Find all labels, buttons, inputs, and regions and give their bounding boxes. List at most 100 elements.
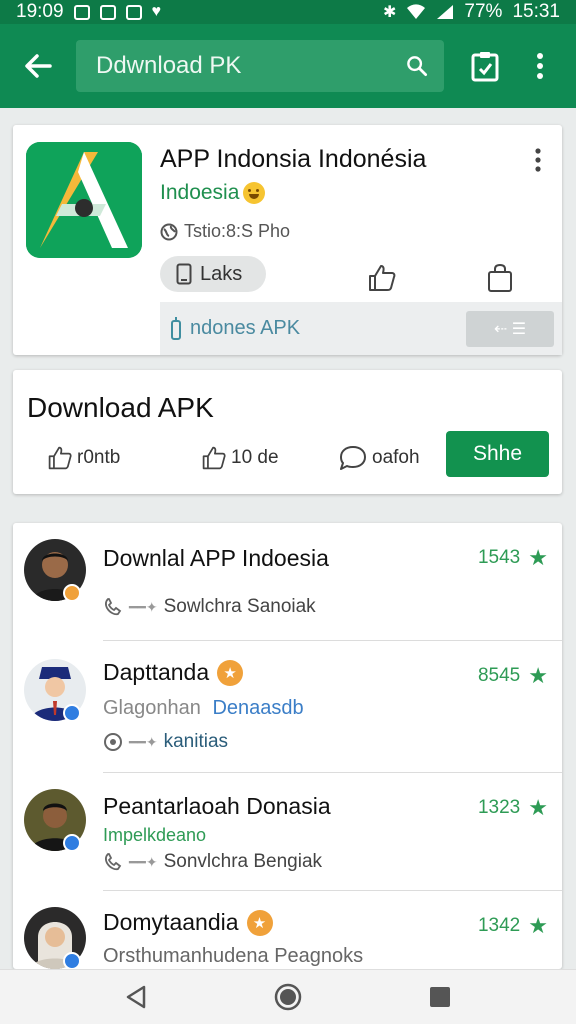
review-subtitle: Glagonhan Denaasdb: [103, 697, 304, 719]
call-icon: [105, 598, 122, 616]
badge-icon: [63, 584, 81, 602]
download-card: Download APK r0ntb 10 de oafoh Shhe: [13, 370, 562, 494]
apk-file-icon: [171, 316, 181, 340]
star-icon: ★: [528, 795, 548, 820]
download-notification-icon: [125, 4, 142, 20]
wifi-icon: [407, 4, 426, 20]
thumbs-up-icon: [202, 446, 226, 470]
review-subtitle: Orsthumanhudena Peagnoks: [103, 945, 364, 967]
list-item[interactable]: Dapttanda ★ 8545 ★ Glagonhan Denaasdb ━━…: [13, 641, 562, 773]
apk-row[interactable]: ndones APK ⇠ ☰: [160, 302, 562, 355]
review-meta: ━━✦ Sowlchra Sanoiak: [103, 596, 316, 618]
app-meta-text: Tstio:8:S Pho: [184, 221, 291, 241]
verified-icon: [63, 834, 81, 852]
review-meta: ━━✦ kanitias: [103, 731, 228, 753]
likes-chip[interactable]: Laks: [160, 256, 266, 292]
verified-icon: [63, 704, 81, 722]
review-rating: 1323 ★: [478, 795, 548, 821]
list-item[interactable]: Peantarlaoah Donasia 1323 ★ Impelkdeano …: [13, 773, 562, 891]
apk-action-button[interactable]: ⇠ ☰: [466, 310, 554, 347]
review-meta: ━━✦ Sonvlchra Bengiak: [103, 851, 322, 873]
app-name: APP Indonsia Indonésia: [160, 145, 427, 173]
verified-icon: [63, 952, 81, 969]
stat-reviews-label: 10 de: [231, 447, 279, 468]
rating-value: 8545: [477, 665, 521, 686]
gallery-icon: [99, 4, 116, 20]
star-badge-icon: ★: [217, 659, 244, 686]
rating-value: 1342: [477, 915, 521, 936]
star-icon: ★: [528, 913, 548, 938]
triangle-back-icon: [126, 985, 146, 1009]
shopping-bag-icon: [488, 263, 512, 292]
stat-likes-label: r0ntb: [77, 447, 121, 468]
search-icon[interactable]: [406, 52, 428, 80]
chat-bubble-icon: [340, 446, 366, 470]
download-title: Download APK: [27, 392, 214, 423]
stat-likes[interactable]: r0ntb: [47, 442, 120, 474]
app-meta: Tstio:8:S Pho: [160, 221, 290, 242]
smiley-emoji-icon: [243, 182, 266, 204]
recents-square-icon: [430, 987, 450, 1007]
bag-button[interactable]: [480, 258, 520, 298]
share-button[interactable]: Shhe: [446, 431, 549, 477]
review-title: Downlal APP Indoesia: [103, 545, 329, 571]
nav-back-button[interactable]: [116, 977, 156, 1017]
review-title: Domytaandia ★: [103, 909, 273, 936]
search-input[interactable]: [96, 52, 406, 80]
list-item[interactable]: Domytaandia ★ 1342 ★ Orsthumanhudena Pea…: [13, 891, 562, 969]
nav-home-button[interactable]: [268, 977, 308, 1017]
app-bar: [0, 24, 576, 108]
review-rating: 8545 ★: [478, 663, 548, 689]
star-badge-icon: ★: [246, 909, 273, 936]
list-item[interactable]: Downlal APP Indoesia 1543 ★ ━━✦ Sowlchra…: [13, 523, 562, 641]
notification-icon: [73, 4, 90, 20]
review-rating: 1342 ★: [478, 913, 548, 939]
stat-reviews[interactable]: 10 de: [201, 442, 279, 474]
app-developer[interactable]: Indoesia: [160, 181, 266, 205]
review-title: Dapttanda ★: [103, 659, 244, 686]
bluetooth-icon: ✱: [383, 4, 397, 21]
stat-comments[interactable]: oafoh: [338, 442, 420, 474]
stat-comments-label: oafoh: [372, 447, 420, 468]
phone-icon: [176, 263, 192, 285]
rating-value: 1323: [477, 797, 521, 818]
app-logo-icon[interactable]: [26, 142, 142, 258]
record-icon: [104, 733, 122, 751]
more-options-button[interactable]: [536, 24, 544, 108]
status-bar: 19:09 ♥ ✱ 77% 15:31: [0, 0, 576, 24]
status-time-left: 19:09: [16, 1, 64, 22]
developer-name: Indoesia: [160, 181, 240, 204]
nav-recents-button[interactable]: [420, 977, 460, 1017]
navigation-bar: [0, 969, 576, 1024]
star-icon: ★: [528, 545, 548, 570]
app-info-card: APP Indonsia Indonésia Indoesia Tstio:8:…: [13, 125, 562, 355]
battery-level: 77%: [464, 1, 503, 22]
signal-icon: [437, 5, 454, 19]
heart-icon: ♥: [151, 3, 162, 20]
app-overflow-button[interactable]: [526, 145, 550, 175]
thumbs-up-icon: [369, 265, 396, 291]
rating-value: 1543: [477, 547, 521, 568]
back-button[interactable]: [0, 24, 76, 108]
thumbs-up-icon: [48, 446, 72, 470]
home-circle-icon: [274, 983, 302, 1011]
arrow-icon: ━━✦: [129, 598, 158, 615]
review-rating: 1543 ★: [478, 545, 548, 571]
call-icon: [105, 853, 122, 871]
apk-label: ndones APK: [190, 317, 301, 339]
review-subtitle: Impelkdeano: [103, 825, 207, 845]
search-box[interactable]: [76, 40, 444, 92]
arrow-icon: ━━✦: [129, 733, 158, 750]
more-vert-icon: [535, 148, 541, 172]
likes-label: Laks: [200, 262, 243, 285]
clipboard-button[interactable]: [470, 24, 500, 108]
review-list: Downlal APP Indoesia 1543 ★ ━━✦ Sowlchra…: [13, 523, 562, 969]
clipboard-check-icon: [471, 52, 499, 82]
review-title: Peantarlaoah Donasia: [103, 793, 331, 819]
status-time-right: 15:31: [512, 1, 560, 22]
star-icon: ★: [528, 663, 548, 688]
back-arrow-icon: [25, 54, 52, 78]
arrow-icon: ━━✦: [129, 853, 158, 870]
more-vert-icon: [537, 53, 543, 79]
like-button[interactable]: [362, 258, 402, 298]
